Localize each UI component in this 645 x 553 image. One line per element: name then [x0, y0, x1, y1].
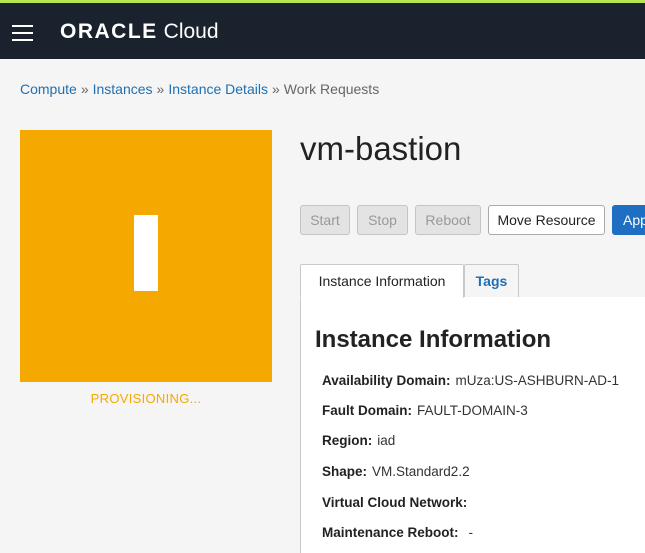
- info-row-region: Region: iad: [322, 433, 395, 448]
- info-label: Virtual Cloud Network:: [322, 495, 468, 510]
- info-row-virtual-cloud-network: Virtual Cloud Network:: [322, 495, 472, 510]
- tab-instance-information[interactable]: Instance Information: [300, 264, 464, 298]
- breadcrumb: Compute» Instances» Instance Details» Work …: [20, 81, 379, 97]
- info-row-fault-domain: Fault Domain: FAULT-DOMAIN-3: [322, 403, 528, 418]
- instance-status-label: PROVISIONING...: [90, 391, 202, 406]
- info-row-maintenance-reboot: Maintenance Reboot: -: [322, 525, 473, 540]
- info-row-shape: Shape: VM.Standard2.2: [322, 464, 470, 479]
- apply-tags-button[interactable]: App: [612, 205, 645, 235]
- breadcrumb-instances[interactable]: Instances: [93, 81, 153, 97]
- top-navigation-bar: ORACLE Cloud: [0, 0, 645, 59]
- logo-oracle-text: ORACLE: [60, 20, 158, 43]
- instance-status-tile: [20, 130, 272, 382]
- info-value: VM.Standard2.2: [372, 464, 470, 479]
- breadcrumb-compute[interactable]: Compute: [20, 81, 77, 97]
- move-resource-button[interactable]: Move Resource: [488, 205, 605, 235]
- stop-button[interactable]: Stop: [357, 205, 408, 235]
- info-value: -: [468, 525, 474, 540]
- hamburger-menu-icon[interactable]: [12, 25, 33, 41]
- info-value: FAULT-DOMAIN-3: [417, 403, 528, 418]
- info-label: Maintenance Reboot:: [322, 525, 459, 540]
- breadcrumb-separator: »: [80, 81, 89, 97]
- breadcrumb-instance-details[interactable]: Instance Details: [168, 81, 268, 97]
- logo-cloud-text: Cloud: [163, 20, 219, 43]
- info-value: mUza:US-ASHBURN-AD-1: [455, 373, 620, 388]
- info-row-availability-domain: Availability Domain: mUza:US-ASHBURN-AD-1: [322, 373, 619, 388]
- info-label: Fault Domain:: [322, 403, 412, 418]
- info-label: Availability Domain:: [322, 373, 451, 388]
- oracle-cloud-logo[interactable]: ORACLE Cloud: [60, 17, 219, 47]
- breadcrumb-current: Work Requests: [283, 81, 380, 97]
- page-title: vm-bastion: [300, 130, 462, 167]
- instance-status-icon: [134, 215, 158, 291]
- tab-tags[interactable]: Tags: [464, 264, 519, 298]
- info-label: Region:: [322, 433, 373, 448]
- breadcrumb-separator: »: [156, 81, 165, 97]
- breadcrumb-separator: »: [271, 81, 280, 97]
- info-label: Shape:: [322, 464, 368, 479]
- panel-title: Instance Information: [315, 326, 552, 353]
- info-value: iad: [377, 433, 396, 448]
- start-button[interactable]: Start: [300, 205, 350, 235]
- reboot-button[interactable]: Reboot: [415, 205, 481, 235]
